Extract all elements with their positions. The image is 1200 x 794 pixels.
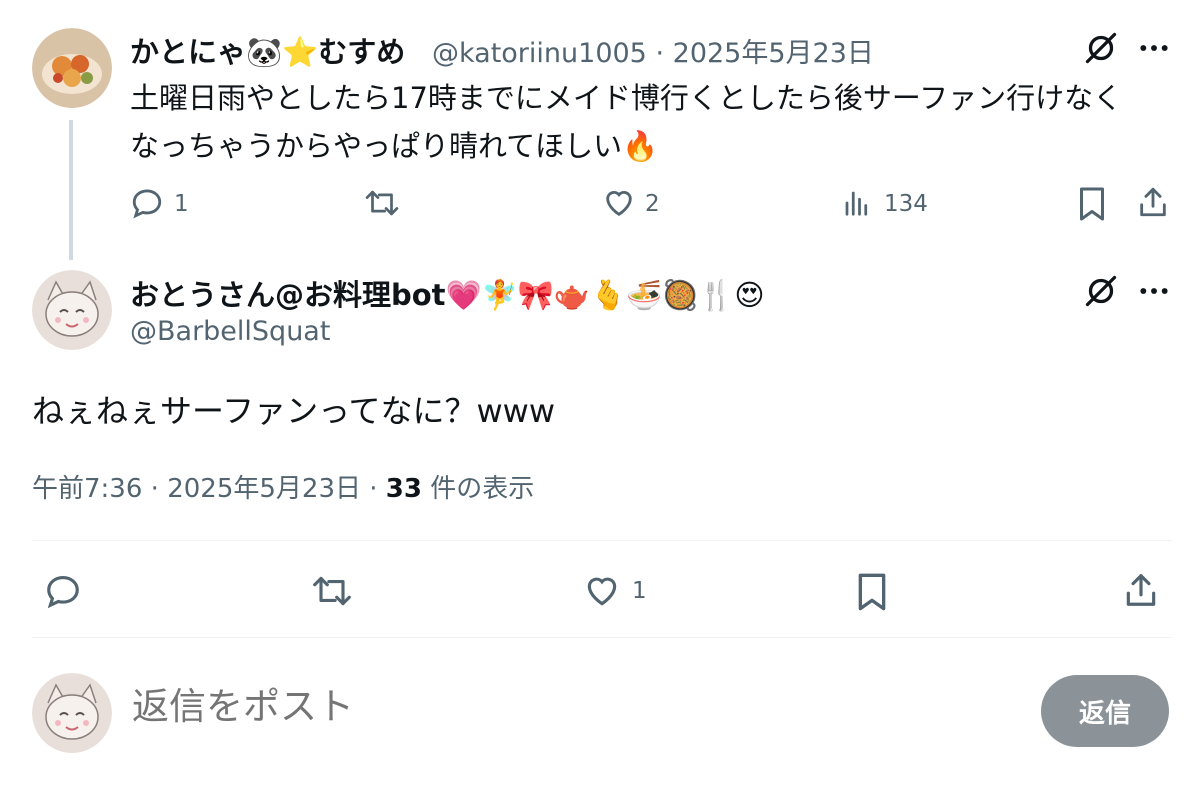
grok-icon[interactable] — [1083, 273, 1119, 309]
parent-view-count[interactable]: 134 — [884, 191, 928, 217]
main-like-count[interactable]: 1 — [632, 578, 647, 604]
bar-chart-icon[interactable] — [842, 188, 872, 218]
main-author-avatar[interactable] — [32, 270, 112, 350]
bookmark-icon[interactable] — [1076, 186, 1108, 222]
parent-like-count[interactable]: 2 — [645, 191, 660, 217]
separator: · — [655, 38, 665, 69]
reply-input[interactable] — [132, 685, 932, 728]
main-author-handle[interactable]: @BarbellSquat — [130, 316, 330, 347]
retweet-icon[interactable] — [363, 186, 401, 220]
main-view-suffix: 件の表示 — [430, 474, 535, 504]
parent-author-avatar[interactable] — [32, 28, 112, 108]
current-user-avatar[interactable] — [32, 673, 112, 753]
heart-icon[interactable] — [602, 186, 636, 220]
main-tweet-date[interactable]: 2025年5月23日 — [167, 474, 361, 504]
bookmark-icon[interactable] — [855, 572, 889, 612]
reply-icon[interactable] — [130, 186, 164, 220]
grok-icon[interactable] — [1083, 30, 1119, 66]
heart-icon[interactable] — [583, 572, 621, 610]
more-icon[interactable] — [1138, 279, 1170, 303]
share-icon[interactable] — [1136, 184, 1170, 220]
retweet-icon[interactable] — [310, 572, 354, 610]
parent-tweet-date[interactable]: 2025年5月23日 — [673, 38, 874, 69]
parent-reply-count[interactable]: 1 — [174, 191, 189, 217]
parent-author-name[interactable]: かとにゃ🐼⭐むすめ — [130, 29, 405, 71]
main-tweet-time[interactable]: 午前7:36 — [32, 474, 142, 504]
main-view-count: 33 — [385, 474, 422, 504]
main-tweet-meta: 午前7:36 · 2025年5月23日 · 33 件の表示 — [32, 468, 534, 505]
parent-tweet-text: 土曜日雨やとしたら17時までにメイド博行くとしたら後サーファン行けなく なっちゃ… — [130, 74, 1190, 170]
reply-icon[interactable] — [44, 572, 82, 610]
divider-top — [32, 540, 1172, 541]
parent-author-handle[interactable]: @katoriinu1005 — [432, 38, 647, 69]
parent-author-handle-and-date[interactable]: @katoriinu1005 · 2025年5月23日 — [432, 31, 874, 70]
more-icon[interactable] — [1138, 36, 1170, 60]
separator: · — [150, 474, 159, 504]
main-tweet-text: ねぇねぇサーファンってなに？www — [32, 392, 555, 430]
reply-button[interactable]: 返信 — [1041, 675, 1169, 747]
share-icon[interactable] — [1122, 570, 1160, 610]
thread-connector-line — [69, 120, 73, 260]
main-author-name[interactable]: おとうさん@お料理bot💗🧚🎀🫖🫰🍜🥘🍴😍 — [130, 272, 765, 314]
parent-tweet-text-line-1: 土曜日雨やとしたら17時までにメイド博行くとしたら後サーファン行けなく — [130, 81, 1123, 115]
separator: · — [369, 474, 378, 504]
divider-bottom — [32, 637, 1172, 638]
parent-tweet-text-line-2: なっちゃうからやっぱり晴れてほしい🔥 — [130, 129, 659, 163]
